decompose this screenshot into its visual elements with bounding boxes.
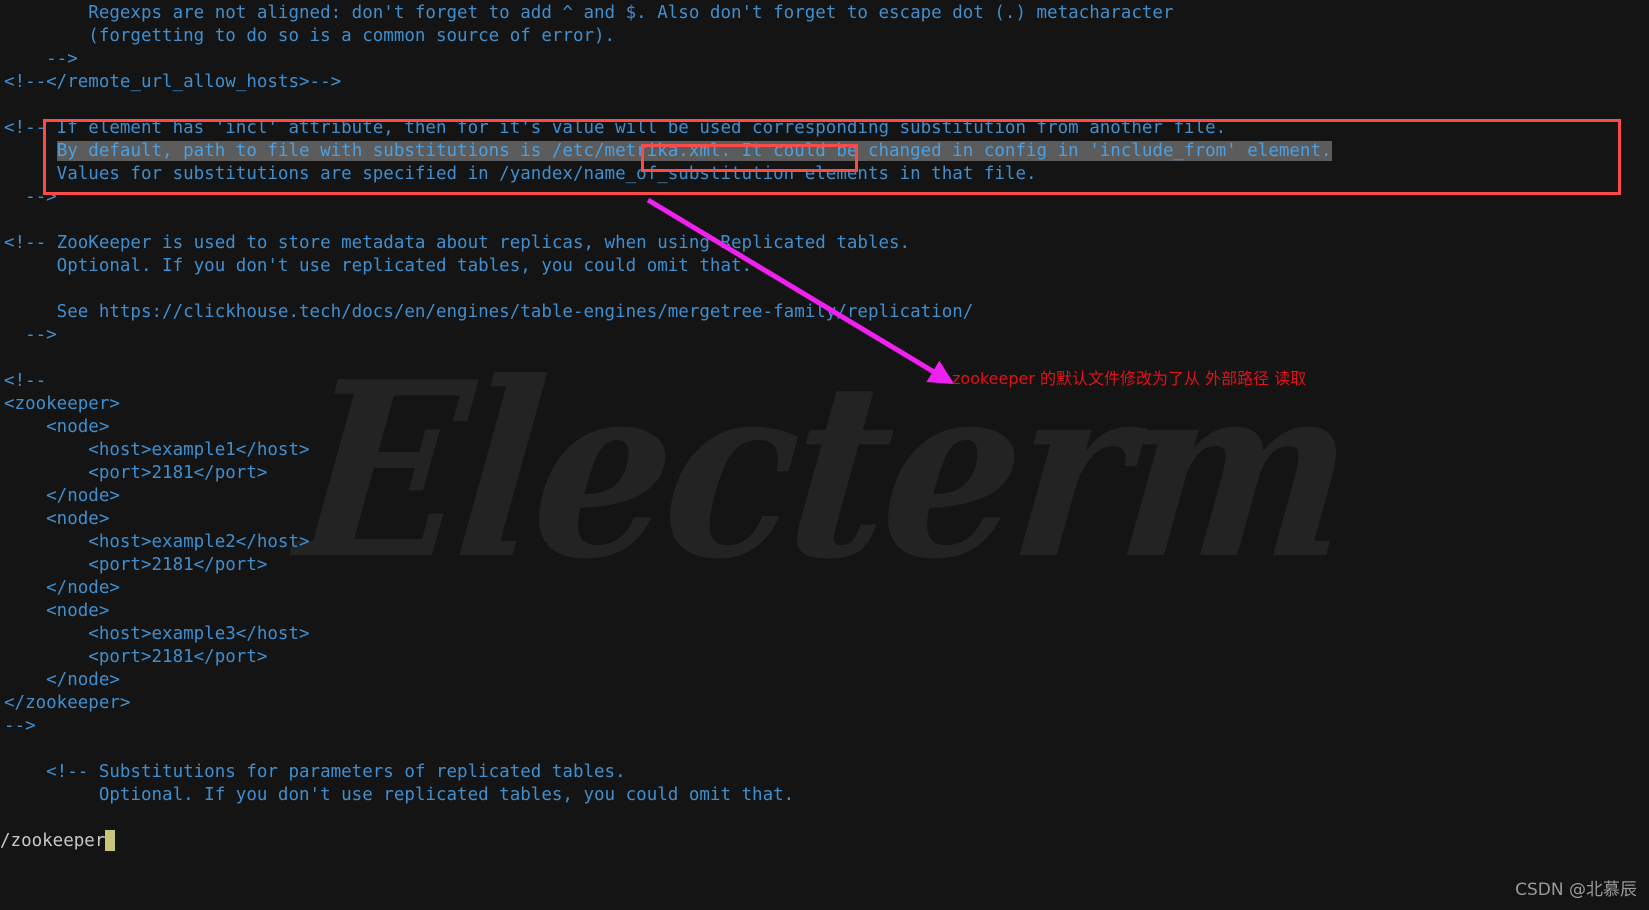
code-line: <host>example1</host> (0, 439, 1649, 462)
code-line-segment: <node> (4, 601, 110, 621)
code-line: --> (0, 186, 1649, 209)
code-line-segment: See https://clickhouse.tech/docs/en/engi… (4, 302, 974, 322)
code-line-segment: <host>example3</host> (4, 624, 310, 644)
code-line: Values for substitutions are specified i… (0, 163, 1649, 186)
code-line: <host>example3</host> (0, 623, 1649, 646)
code-line-segment: Optional. If you don't use replicated ta… (4, 785, 795, 805)
code-line-segment: </node> (4, 486, 120, 506)
code-line-segment: Optional. If you don't use replicated ta… (4, 256, 753, 276)
code-line-segment: --> (4, 325, 57, 345)
code-line: Regexps are not aligned: don't forget to… (0, 2, 1649, 25)
code-line: <!-- ZooKeeper is used to store metadata… (0, 232, 1649, 255)
code-line-segment: <!-- (4, 371, 47, 391)
code-line-segment: <!-- ZooKeeper is used to store metadata… (4, 233, 911, 253)
code-line: </zookeeper> (0, 692, 1649, 715)
code-line-segment: <port>2181</port> (4, 555, 268, 575)
code-line-segment: </node> (4, 670, 120, 690)
annotation-note-text: zookeeper 的默认文件修改为了从 外部路径 读取 (952, 369, 1307, 388)
code-line: <port>2181</port> (0, 554, 1649, 577)
code-line: <!-- Substitutions for parameters of rep… (0, 761, 1649, 784)
code-line: Optional. If you don't use replicated ta… (0, 255, 1649, 278)
code-line: See https://clickhouse.tech/docs/en/engi… (0, 301, 1649, 324)
code-line-segment: <zookeeper> (4, 394, 120, 414)
code-line: By default, path to file with substituti… (0, 140, 1649, 163)
code-line-segment: <host>example1</host> (4, 440, 310, 460)
code-line: <!-- (0, 370, 1649, 393)
status-line[interactable]: /zookeeper (0, 828, 1649, 854)
code-line: </node> (0, 485, 1649, 508)
csdn-credit: CSDN @北慕辰 (1515, 880, 1637, 900)
code-line: Optional. If you don't use replicated ta… (0, 784, 1649, 807)
code-line-segment: <!--</remote_url_allow_hosts>--> (4, 72, 342, 92)
code-line: </node> (0, 669, 1649, 692)
code-line-segment (4, 141, 57, 161)
text-cursor (105, 829, 116, 851)
terminal-window[interactable]: Electerm Regexps are not aligned: don't … (0, 0, 1649, 910)
code-line-segment: <host>example2</host> (4, 532, 310, 552)
code-line-segment: --> (4, 49, 78, 69)
code-line: <node> (0, 600, 1649, 623)
code-line-segment: --> (4, 716, 36, 736)
code-line: <port>2181</port> (0, 646, 1649, 669)
code-line-segment: Values for substitutions are specified i… (4, 164, 1037, 184)
code-line: (forgetting to do so is a common source … (0, 25, 1649, 48)
code-line-segment: <port>2181</port> (4, 647, 268, 667)
code-line: <port>2181</port> (0, 462, 1649, 485)
code-line: <!-- If element has 'incl' attribute, th… (0, 117, 1649, 140)
code-line: --> (0, 48, 1649, 71)
code-line: <zookeeper> (0, 393, 1649, 416)
code-line: --> (0, 324, 1649, 347)
code-line-segment: Regexps are not aligned: don't forget to… (4, 3, 1174, 23)
code-line-segment: <node> (4, 509, 110, 529)
code-line-segment: <!-- If element has 'incl' attribute, th… (4, 118, 1227, 138)
code-line: </node> (0, 577, 1649, 600)
status-line-command: /zookeeper (0, 831, 106, 851)
code-line-segment: <port>2181</port> (4, 463, 268, 483)
code-line-segment: (forgetting to do so is a common source … (4, 26, 616, 46)
code-line-segment: </zookeeper> (4, 693, 131, 713)
code-line: <node> (0, 508, 1649, 531)
code-line: --> (0, 715, 1649, 738)
code-line: <!--</remote_url_allow_hosts>--> (0, 71, 1649, 94)
code-line-segment: <node> (4, 417, 110, 437)
code-viewport[interactable]: Regexps are not aligned: don't forget to… (0, 0, 1649, 807)
code-line-segment: --> (4, 187, 57, 207)
code-line-highlighted-segment: By default, path to file with substituti… (56, 141, 1332, 161)
code-line-segment: </node> (4, 578, 120, 598)
code-line-segment: <!-- Substitutions for parameters of rep… (4, 762, 626, 782)
code-line: <node> (0, 416, 1649, 439)
code-line: <host>example2</host> (0, 531, 1649, 554)
